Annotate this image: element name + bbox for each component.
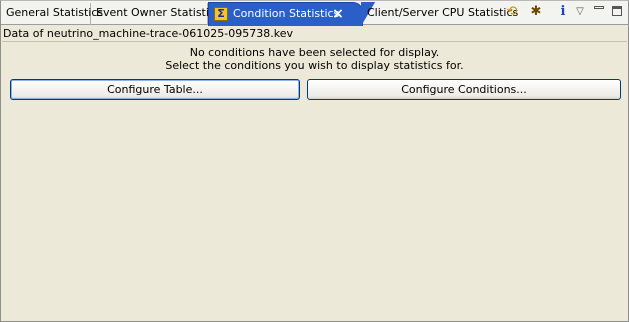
empty-state-hint: Select the conditions you wish to displa… — [165, 59, 464, 72]
configure-conditions-button[interactable]: Configure Conditions... — [307, 79, 621, 100]
tab-general-statistics[interactable]: General Statistics — [1, 3, 103, 25]
view-menu-icon[interactable]: ▽ — [571, 3, 589, 21]
sigma-icon: Σ — [214, 7, 228, 21]
condition-statistics-view: General Statistics Event Owner Statistic… — [0, 0, 629, 322]
maximize-icon[interactable] — [608, 3, 626, 21]
tab-event-owner-statistics[interactable]: Event Owner Statistics — [91, 3, 221, 25]
empty-state-message: No conditions have been selected for dis… — [189, 46, 440, 59]
debug-icon[interactable]: ✱ — [527, 3, 545, 21]
tab-strip: General Statistics Event Owner Statistic… — [1, 1, 628, 26]
data-source-label: Data of neutrino_machine-trace-061025-09… — [3, 27, 293, 40]
tab-condition-statistics[interactable]: Σ Condition Statistics × — [208, 2, 375, 26]
tab-client-server-cpu-statistics[interactable]: Client/Server CPU Statistics — [362, 3, 518, 25]
configure-table-button[interactable]: Configure Table... — [10, 79, 300, 100]
sync-icon[interactable]: ⟲ — [503, 3, 521, 21]
minimize-icon[interactable] — [590, 3, 608, 21]
close-icon[interactable]: × — [331, 3, 345, 25]
tab-condition-statistics-label: Condition Statistics — [233, 7, 340, 20]
divider — [2, 41, 627, 42]
info-icon[interactable]: i — [554, 3, 572, 21]
